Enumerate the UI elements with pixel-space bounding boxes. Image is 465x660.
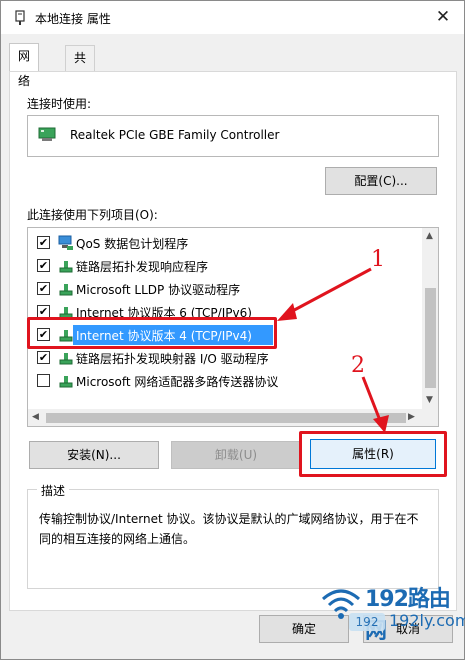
network-adapter-icon bbox=[38, 127, 56, 141]
item-label: QoS 数据包计划程序 bbox=[76, 237, 189, 251]
install-button[interactable]: 安装(N)... bbox=[29, 441, 159, 469]
description-text: 传输控制协议/Internet 协议。该协议是默认的广域网络协议，用于在不同的相… bbox=[39, 512, 419, 546]
item-label: 链路层拓扑发现映射器 I/O 驱动程序 bbox=[76, 352, 269, 366]
network-connection-icon bbox=[15, 10, 25, 25]
scroll-left-icon[interactable]: ◀ bbox=[32, 412, 39, 422]
adapter-name: Realtek PCIe GBE Family Controller bbox=[70, 128, 280, 142]
checkbox[interactable]: ✔ bbox=[37, 282, 50, 295]
checkbox[interactable] bbox=[37, 374, 50, 387]
item-label: Microsoft LLDP 协议驱动程序 bbox=[76, 283, 241, 297]
item-label: Microsoft 网络适配器多路传送器协议 bbox=[76, 375, 279, 389]
close-icon[interactable]: ✕ bbox=[432, 6, 454, 28]
protocol-icon bbox=[59, 284, 73, 296]
checkbox[interactable]: ✔ bbox=[37, 259, 50, 272]
vertical-scrollbar[interactable]: ▲ ▼ bbox=[422, 228, 438, 409]
qos-icon bbox=[58, 235, 73, 250]
annotation-box-ipv4 bbox=[27, 317, 277, 349]
checkbox[interactable]: ✔ bbox=[37, 236, 50, 249]
items-label: 此连接使用下列项目(O): bbox=[27, 208, 158, 222]
connect-using-label: 连接时使用: bbox=[27, 97, 92, 111]
protocol-icon bbox=[59, 353, 73, 365]
protocol-icon bbox=[59, 261, 73, 273]
configure-button[interactable]: 配置(C)... bbox=[325, 167, 437, 195]
tab-sharing[interactable]: 共享 bbox=[65, 45, 96, 90]
watermark-badge: 192 bbox=[349, 613, 385, 631]
annotation-box-properties bbox=[299, 431, 447, 477]
watermark-url: 192ly.com bbox=[389, 611, 465, 630]
tab-network[interactable]: 网络 bbox=[9, 43, 40, 88]
annotation-arrow-2 bbox=[361, 376, 389, 433]
vertical-scroll-thumb[interactable] bbox=[425, 288, 436, 388]
watermark: 192路由网 192 192ly.com bbox=[319, 581, 465, 644]
list-item-qos[interactable]: ✔ QoS 数据包计划程序 bbox=[28, 232, 422, 254]
title-bar: 本地连接 属性 ✕ bbox=[1, 1, 464, 34]
tab-network-label: 网络 bbox=[18, 49, 31, 88]
item-label: 链路层拓扑发现响应程序 bbox=[76, 260, 209, 274]
uninstall-button[interactable]: 卸载(U) bbox=[171, 441, 301, 469]
adapter-field: Realtek PCIe GBE Family Controller bbox=[27, 115, 439, 157]
description-title: 描述 bbox=[37, 482, 70, 499]
window-title: 本地连接 属性 bbox=[35, 12, 111, 26]
protocol-icon bbox=[59, 376, 73, 388]
scroll-up-icon[interactable]: ▲ bbox=[426, 231, 433, 241]
scroll-down-icon[interactable]: ▼ bbox=[426, 395, 433, 405]
properties-dialog: 本地连接 属性 ✕ 网络 共享 连接时使用: Realtek PCIe GBE … bbox=[0, 0, 465, 660]
annotation-arrow-1 bbox=[277, 267, 372, 321]
checkbox[interactable]: ✔ bbox=[37, 351, 50, 364]
scroll-right-icon[interactable]: ▶ bbox=[408, 412, 415, 422]
